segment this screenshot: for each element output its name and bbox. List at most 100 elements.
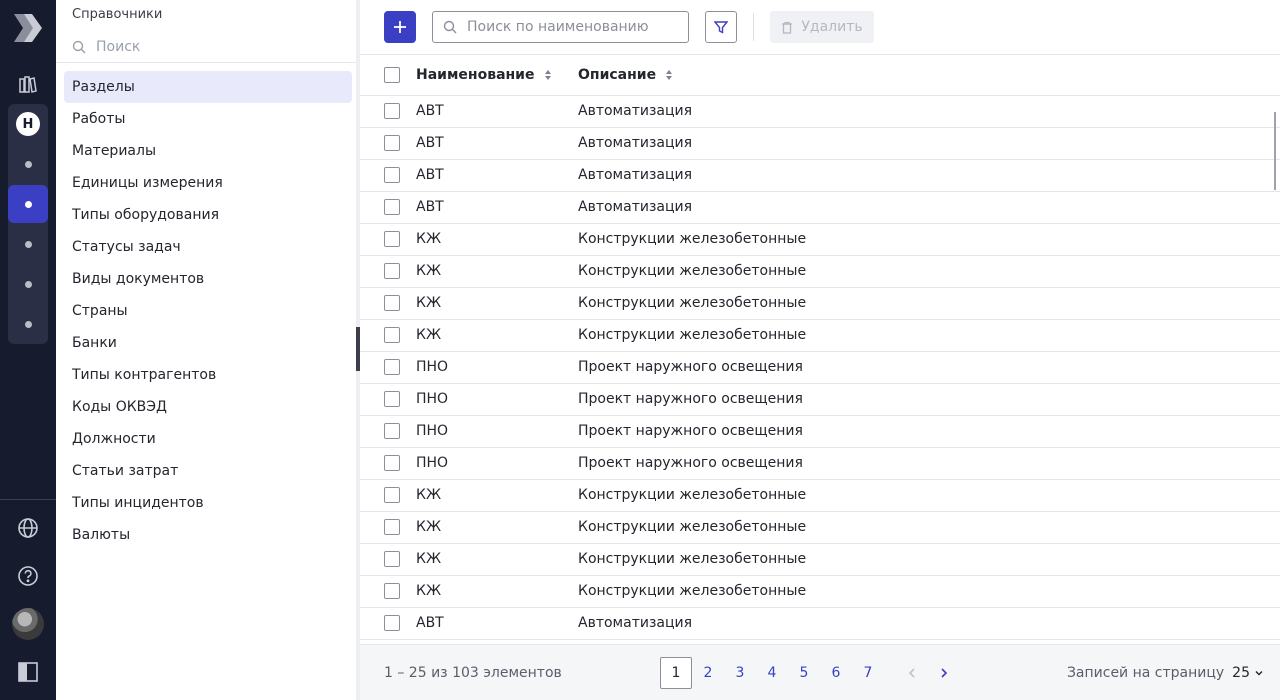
cell-name: КЖ xyxy=(416,327,442,343)
dot-icon xyxy=(24,160,32,168)
row-checkbox[interactable] xyxy=(384,583,400,599)
directory-item[interactable]: Виды документов xyxy=(64,263,352,295)
page-button[interactable]: 6 xyxy=(820,657,852,689)
table-row[interactable]: АВТ Автоматизация xyxy=(360,128,1280,160)
directory-list: Разделы Работы Материалы Единицы измерения Т… xyxy=(64,71,352,551)
row-checkbox[interactable] xyxy=(384,263,400,279)
help-icon[interactable] xyxy=(12,560,44,592)
nav-item-2[interactable] xyxy=(8,185,48,223)
user-avatar[interactable] xyxy=(12,608,44,640)
row-checkbox[interactable] xyxy=(384,359,400,375)
directory-item[interactable]: Разделы xyxy=(64,71,352,103)
directory-item[interactable]: Единицы измерения xyxy=(64,167,352,199)
workspace-avatar[interactable]: Н xyxy=(16,112,40,136)
plus-icon xyxy=(394,21,406,33)
table-row[interactable]: АВТ Автоматизация xyxy=(360,608,1280,640)
directory-item[interactable]: Валюты xyxy=(64,519,352,551)
add-button[interactable] xyxy=(384,11,416,43)
dot-icon xyxy=(24,280,32,288)
app-logo-icon[interactable] xyxy=(12,12,44,44)
row-checkbox[interactable] xyxy=(384,103,400,119)
table-row[interactable]: КЖ Конструкции железобетонные xyxy=(360,320,1280,352)
cell-description: Проект наружного освещения xyxy=(578,391,803,407)
column-header-description[interactable]: Описание xyxy=(578,55,673,95)
directory-title: Справочники xyxy=(72,7,163,22)
row-checkbox[interactable] xyxy=(384,487,400,503)
table-row[interactable]: КЖ Конструкции железобетонные xyxy=(360,544,1280,576)
directory-item[interactable]: Типы инцидентов xyxy=(64,487,352,519)
row-checkbox[interactable] xyxy=(384,455,400,471)
row-checkbox[interactable] xyxy=(384,295,400,311)
page-size: Записей на страницу 25 xyxy=(1067,645,1264,700)
table-row[interactable]: АВТ Автоматизация xyxy=(360,192,1280,224)
nav-item-1[interactable] xyxy=(8,145,48,183)
table-row[interactable]: ПНО Проект наружного освещения xyxy=(360,448,1280,480)
directory-item[interactable]: Типы контрагентов xyxy=(64,359,352,391)
cell-name: КЖ xyxy=(416,295,442,311)
page-button[interactable]: 7 xyxy=(852,657,884,689)
row-checkbox[interactable] xyxy=(384,615,400,631)
trash-icon xyxy=(782,21,793,34)
row-checkbox[interactable] xyxy=(384,423,400,439)
table-row[interactable]: КЖ Конструкции железобетонные xyxy=(360,224,1280,256)
table-scrollbar[interactable] xyxy=(1274,112,1276,190)
row-checkbox[interactable] xyxy=(384,167,400,183)
cell-description: Конструкции железобетонные xyxy=(578,263,807,279)
cell-description: Проект наружного освещения xyxy=(578,455,803,471)
directory-item[interactable]: Коды ОКВЭД xyxy=(64,391,352,423)
table-row[interactable]: ПНО Проект наружного освещения xyxy=(360,416,1280,448)
page-size-value: 25 xyxy=(1232,665,1250,681)
directory-search-input[interactable] xyxy=(96,38,336,55)
chevron-left-icon[interactable] xyxy=(896,657,928,689)
directory-item[interactable]: Типы оборудования xyxy=(64,199,352,231)
page-size-select[interactable]: 25 xyxy=(1232,645,1264,700)
row-checkbox[interactable] xyxy=(384,391,400,407)
cell-description: Конструкции железобетонные xyxy=(578,583,807,599)
column-header-name[interactable]: Наименование xyxy=(416,55,551,95)
delete-button[interactable]: Удалить xyxy=(770,11,874,43)
table-row[interactable]: КЖ Конструкции железобетонные xyxy=(360,576,1280,608)
page-button[interactable]: 1 xyxy=(660,657,692,689)
table-row[interactable]: ПНО Проект наружного освещения xyxy=(360,384,1280,416)
cell-description: Автоматизация xyxy=(578,615,693,631)
page-button[interactable]: 5 xyxy=(788,657,820,689)
row-checkbox[interactable] xyxy=(384,519,400,535)
cell-name: КЖ xyxy=(416,263,442,279)
page-button[interactable]: 4 xyxy=(756,657,788,689)
select-all-checkbox[interactable] xyxy=(384,67,400,83)
row-checkbox[interactable] xyxy=(384,231,400,247)
library-icon[interactable] xyxy=(12,68,44,100)
directory-item[interactable]: Статьи затрат xyxy=(64,455,352,487)
table-row[interactable]: КЖ Конструкции железобетонные xyxy=(360,512,1280,544)
nav-item-5[interactable] xyxy=(8,305,48,343)
app-rail: Н xyxy=(0,0,56,700)
filter-button[interactable] xyxy=(705,11,737,43)
row-checkbox[interactable] xyxy=(384,327,400,343)
chevron-right-icon[interactable] xyxy=(928,657,960,689)
row-checkbox[interactable] xyxy=(384,199,400,215)
directory-item[interactable]: Страны xyxy=(64,295,352,327)
directory-item[interactable]: Статусы задач xyxy=(64,231,352,263)
table-row[interactable]: АВТ Автоматизация xyxy=(360,160,1280,192)
table-row[interactable]: КЖ Конструкции железобетонные xyxy=(360,288,1280,320)
search-input[interactable] xyxy=(467,19,677,35)
directory-panel: Справочники РазделыРаботыМатериалыЕдиниц… xyxy=(56,0,358,700)
page-button[interactable]: 3 xyxy=(724,657,756,689)
directory-item[interactable]: Материалы xyxy=(64,135,352,167)
row-checkbox[interactable] xyxy=(384,551,400,567)
table-row[interactable]: КЖ Конструкции железобетонные xyxy=(360,256,1280,288)
directory-item[interactable]: Должности xyxy=(64,423,352,455)
nav-item-3[interactable] xyxy=(8,225,48,263)
table-row[interactable]: КЖ Конструкции железобетонные xyxy=(360,480,1280,512)
row-checkbox[interactable] xyxy=(384,135,400,151)
toolbar-divider xyxy=(753,13,754,41)
collapse-panel-icon[interactable] xyxy=(12,656,44,688)
directory-item[interactable]: Работы xyxy=(64,103,352,135)
cell-name: КЖ xyxy=(416,583,442,599)
page-button[interactable]: 2 xyxy=(692,657,724,689)
table-row[interactable]: ПНО Проект наружного освещения xyxy=(360,352,1280,384)
directory-item[interactable]: Банки xyxy=(64,327,352,359)
globe-icon[interactable] xyxy=(12,512,44,544)
nav-item-4[interactable] xyxy=(8,265,48,303)
table-row[interactable]: АВТ Автоматизация xyxy=(360,96,1280,128)
